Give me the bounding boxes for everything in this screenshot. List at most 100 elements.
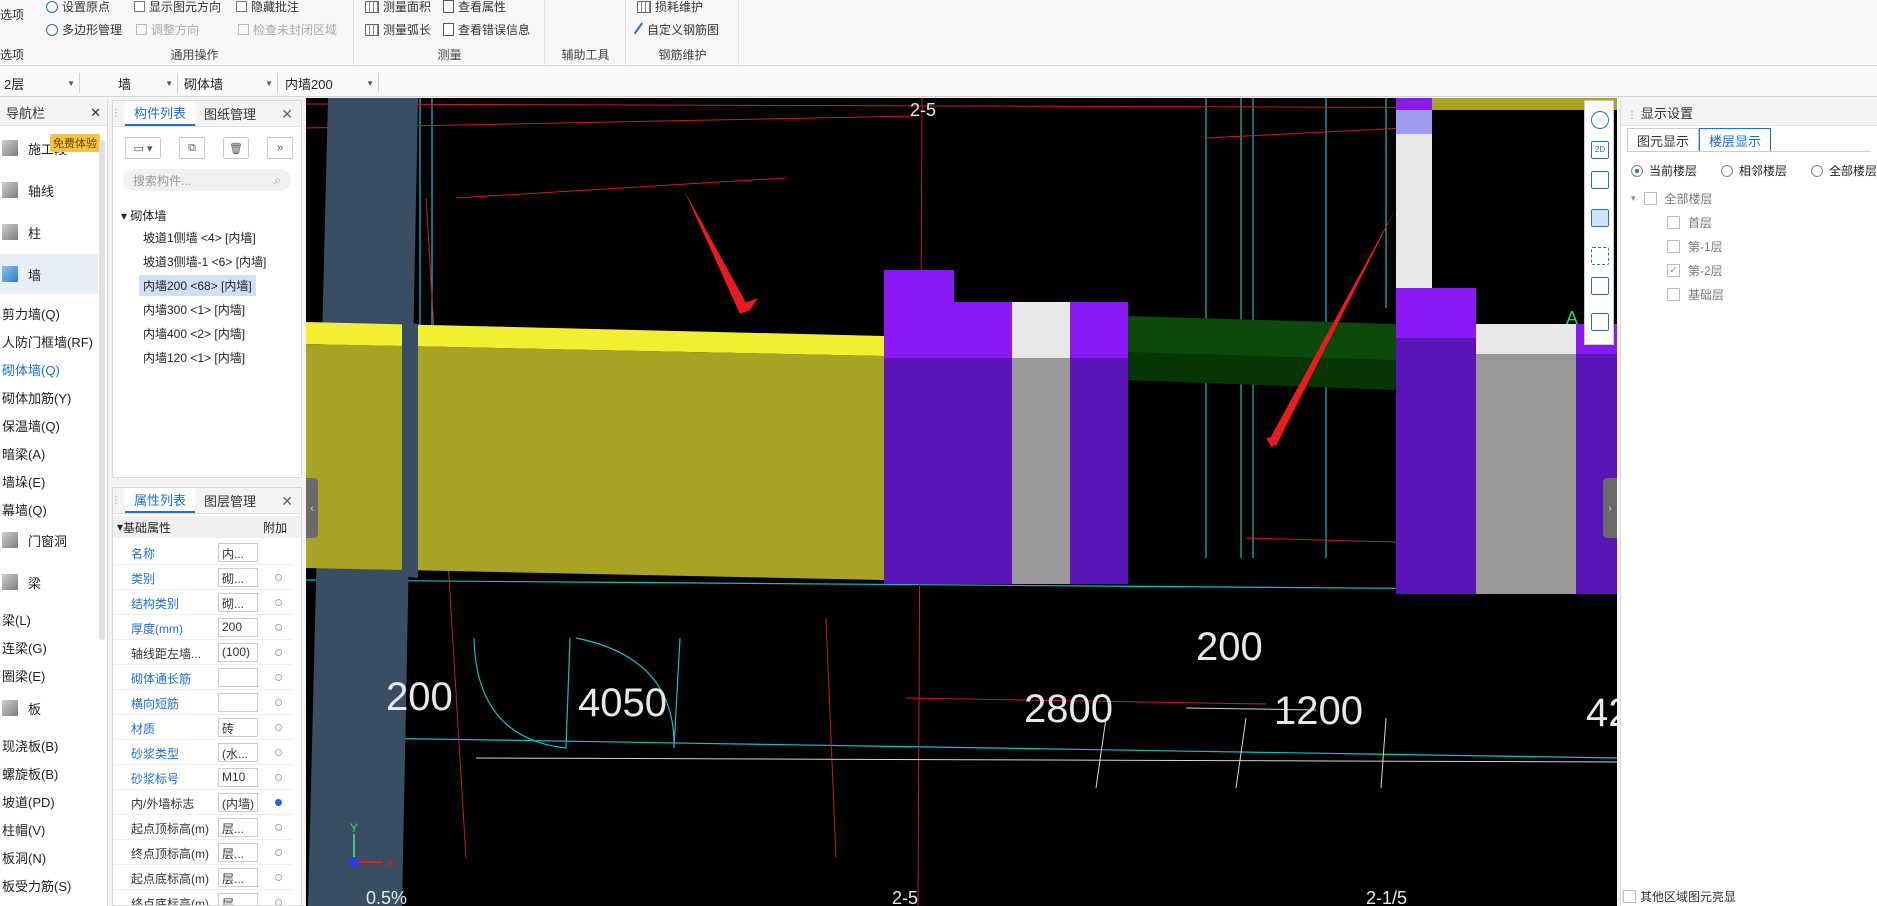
property-row[interactable]: 砌体通长筋 bbox=[113, 665, 293, 690]
nav-item-door-window[interactable]: 门窗洞 bbox=[0, 520, 98, 560]
sub-civil-defense-wall[interactable]: 人防门框墙(RF) bbox=[2, 332, 93, 351]
subtype-select[interactable]: 砌体墙 ▼ bbox=[182, 73, 278, 93]
nav-scrollbar[interactable] bbox=[99, 140, 105, 640]
sub-curtain-wall[interactable]: 幕墙(Q) bbox=[2, 500, 47, 519]
sub-masonry-wall[interactable]: 砌体墙(Q) bbox=[2, 360, 60, 379]
free-trial-badge[interactable]: 免费体验 bbox=[50, 134, 100, 152]
nav-item-beam[interactable]: 梁 bbox=[0, 562, 98, 602]
property-value-field[interactable]: 200 bbox=[218, 618, 258, 637]
close-icon[interactable]: ✕ bbox=[281, 493, 293, 510]
property-value-field[interactable]: (水... bbox=[218, 743, 258, 762]
tab-floor-display[interactable]: 楼层显示 bbox=[1699, 128, 1772, 151]
ribbon-options-label[interactable]: 选项 bbox=[0, 6, 24, 23]
checkbox-floor-minus1[interactable]: 第-1层 bbox=[1667, 238, 1723, 255]
nav-item-column[interactable]: 柱 bbox=[0, 212, 98, 252]
property-value-field[interactable]: 层... bbox=[218, 893, 258, 905]
view-errors-button[interactable]: 查看错误信息 bbox=[443, 21, 530, 38]
custom-rebar-button[interactable]: 自定义钢筋图 bbox=[633, 21, 719, 38]
checkbox-foundation[interactable]: 基础层 bbox=[1667, 286, 1724, 303]
property-value-field[interactable]: 砌... bbox=[218, 593, 258, 612]
tree-item[interactable]: 坡道1侧墙 <4> [内墙] bbox=[139, 227, 260, 248]
property-row[interactable]: 名称 内... bbox=[113, 540, 293, 565]
property-value-field[interactable]: 内... bbox=[218, 543, 258, 562]
property-value-field[interactable] bbox=[218, 668, 258, 687]
sub-beam[interactable]: 梁(L) bbox=[2, 610, 31, 629]
property-value-field[interactable]: 砖 bbox=[218, 718, 258, 737]
tree-item[interactable]: 坡道3侧墙-1 <6> [内墙] bbox=[139, 251, 270, 272]
check-open-area-button[interactable]: 检查未封闭区域 bbox=[238, 21, 337, 38]
sub-ring-beam[interactable]: 圈梁(E) bbox=[2, 666, 45, 685]
collapse-left-handle[interactable]: ‹ bbox=[306, 478, 318, 538]
extra-checkbox[interactable] bbox=[275, 899, 282, 905]
floor-select[interactable]: 2层 ▼ bbox=[2, 73, 80, 93]
sub-slab-hole[interactable]: 板洞(N) bbox=[2, 848, 46, 867]
copy-component-button[interactable]: ⧉ bbox=[179, 137, 205, 159]
new-component-button[interactable]: ▭ ▾ bbox=[125, 137, 161, 159]
view-props-button[interactable]: 查看属性 bbox=[443, 0, 506, 15]
extra-checkbox[interactable] bbox=[275, 699, 282, 706]
extra-checkbox[interactable] bbox=[275, 824, 282, 831]
tree-item-selected[interactable]: 内墙200 <68> [内墙] bbox=[139, 275, 256, 296]
drag-grip-icon[interactable]: ⋮⋮ bbox=[111, 101, 131, 126]
extra-checkbox[interactable] bbox=[275, 649, 282, 656]
close-icon[interactable]: ✕ bbox=[281, 106, 293, 123]
tree-item[interactable]: 内墙120 <1> [内墙] bbox=[139, 347, 249, 368]
property-row[interactable]: 结构类别 砌... bbox=[113, 590, 293, 615]
extra-checkbox[interactable] bbox=[275, 624, 282, 631]
extra-checkbox[interactable] bbox=[275, 749, 282, 756]
property-row[interactable]: 终点底标高(m) 层... bbox=[113, 890, 293, 905]
property-value-field[interactable]: (内墙) bbox=[218, 793, 258, 812]
measure-arc-button[interactable]: 测量弧长 bbox=[365, 21, 431, 38]
sub-shear-wall[interactable]: 剪力墙(Q) bbox=[2, 304, 60, 323]
property-section-header[interactable]: ▾ 基础属性 附加 bbox=[113, 516, 301, 538]
more-button[interactable]: » bbox=[267, 137, 293, 159]
collapse-right-handle[interactable]: › bbox=[1603, 478, 1617, 538]
nav-item-axis[interactable]: 轴线 bbox=[0, 170, 98, 210]
checkbox-highlight-other[interactable]: 其他区域图元亮显 bbox=[1623, 888, 1736, 905]
set-origin-button[interactable]: 设置原点 bbox=[46, 0, 110, 15]
delete-component-button[interactable]: 🗑 bbox=[223, 137, 249, 159]
property-row[interactable]: 类别 砌... bbox=[113, 565, 293, 590]
checkbox-floor-1[interactable]: 首层 bbox=[1667, 214, 1712, 231]
checkbox-all-floors[interactable]: ▾ 全部楼层 bbox=[1631, 190, 1713, 207]
extra-checkbox[interactable] bbox=[275, 724, 282, 731]
drawing-canvas[interactable]: 200 4050 2800 1200 200 42 2-5 2-5 2-1/5 … bbox=[306, 98, 1617, 906]
extra-checkbox[interactable] bbox=[275, 774, 282, 781]
sub-wall-pier[interactable]: 墙垛(E) bbox=[2, 472, 45, 491]
property-row[interactable]: 横向短筋 bbox=[113, 690, 293, 715]
drag-grip-icon[interactable]: ⋮⋮ bbox=[113, 488, 131, 513]
checkbox-floor-minus2[interactable]: ✓ 第-2层 bbox=[1667, 262, 1723, 279]
polygon-manage-button[interactable]: 多边形管理 bbox=[46, 21, 122, 38]
sub-ramp[interactable]: 坡道(PD) bbox=[2, 792, 55, 811]
extra-checkbox[interactable] bbox=[275, 674, 282, 681]
loss-maint-button[interactable]: 损耗维护 bbox=[637, 0, 703, 15]
orbit-icon[interactable] bbox=[1591, 111, 1609, 129]
view-2d-icon[interactable]: 2D bbox=[1591, 141, 1609, 159]
sub-masonry-rebar[interactable]: 砌体加筋(Y) bbox=[2, 388, 71, 407]
tree-item[interactable]: 内墙300 <1> [内墙] bbox=[139, 299, 249, 320]
adjust-direction-button[interactable]: 调整方向 bbox=[136, 21, 199, 38]
extra-checkbox[interactable] bbox=[275, 574, 282, 581]
sub-spiral-slab[interactable]: 螺旋板(B) bbox=[2, 764, 58, 783]
sub-cast-slab[interactable]: 现浇板(B) bbox=[2, 736, 58, 755]
sub-slab-rebar[interactable]: 板受力筋(S) bbox=[2, 876, 71, 895]
radio-current-floor[interactable]: 当前楼层 bbox=[1631, 162, 1697, 179]
property-row[interactable]: 砂浆标号 M10 bbox=[113, 765, 293, 790]
close-icon[interactable]: ✕ bbox=[90, 105, 101, 121]
property-row[interactable]: 起点顶标高(m) 层... bbox=[113, 815, 293, 840]
tree-root-masonry[interactable]: ▾ 砌体墙 bbox=[121, 207, 166, 224]
property-value-field[interactable]: 砌... bbox=[218, 568, 258, 587]
drag-grip-icon[interactable]: ⋮⋮ bbox=[1627, 110, 1647, 121]
view-3d-icon[interactable] bbox=[1591, 171, 1609, 189]
component-search-input[interactable]: 搜索构件... ⌕ bbox=[123, 169, 291, 191]
property-value-field[interactable]: 层... bbox=[218, 818, 258, 837]
type-select[interactable]: 墙 ▼ bbox=[116, 73, 178, 93]
component-select[interactable]: 内墙200 ▼ bbox=[283, 73, 379, 93]
sub-column-cap[interactable]: 柱帽(V) bbox=[2, 820, 45, 839]
iso-view-icon[interactable] bbox=[1591, 277, 1609, 295]
tab-element-display[interactable]: 图元显示 bbox=[1627, 128, 1700, 151]
tab-layer-manage[interactable]: 图层管理 bbox=[195, 488, 265, 513]
radio-adjacent-floor[interactable]: 相邻楼层 bbox=[1721, 162, 1787, 179]
property-value-field[interactable] bbox=[218, 693, 258, 712]
property-value-field[interactable]: 层... bbox=[218, 868, 258, 887]
